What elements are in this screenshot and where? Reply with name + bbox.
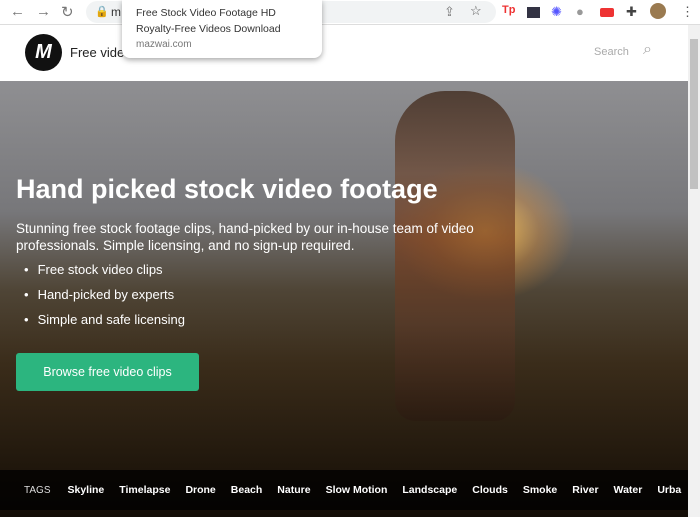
hero-background-figure (395, 91, 515, 421)
site-header: M Free vide Search ⌕ (0, 25, 688, 81)
tooltip-title-1: Free Stock Video Footage HD (136, 7, 276, 19)
feature-list: Free stock video clips Hand-picked by ex… (24, 262, 185, 337)
reload-icon[interactable]: ↻ (61, 3, 74, 21)
feature-item: Hand-picked by experts (24, 287, 185, 312)
browse-clips-button[interactable]: Browse free video clips (16, 353, 199, 391)
search-icon[interactable]: ⌕ (643, 41, 652, 59)
forward-icon[interactable]: → (36, 3, 51, 20)
tooltip-domain: mazwai.com (136, 39, 192, 50)
scrollbar[interactable] (688, 25, 700, 517)
hero-section: Hand picked stock video footage Stunning… (0, 81, 688, 517)
extension-dark-icon[interactable] (527, 7, 540, 18)
tag-link[interactable]: Slow Motion (326, 484, 388, 496)
share-icon[interactable]: ⇪ (444, 4, 455, 20)
tag-link[interactable]: Timelapse (119, 484, 170, 496)
extension-circle-icon[interactable]: ● (576, 4, 584, 19)
tag-link[interactable]: Skyline (67, 484, 104, 496)
tag-link[interactable]: Nature (277, 484, 310, 496)
url-text: m (111, 5, 121, 19)
search-input[interactable]: Search (594, 46, 629, 58)
browser-toolbar: ← → ↻ 🔒 m ⇪ ☆ Tp ✺ ● ✚ ⋮ (0, 0, 700, 25)
hero-title: Hand picked stock video footage (16, 174, 438, 204)
extensions-puzzle-icon[interactable]: ✚ (626, 4, 637, 20)
tooltip-title-2: Royalty-Free Videos Download (136, 23, 281, 35)
tag-link[interactable]: Urba (657, 484, 681, 496)
site-logo[interactable]: M (25, 34, 62, 71)
brand-text[interactable]: Free vide (70, 45, 124, 60)
extension-sun-icon[interactable]: ✺ (551, 4, 562, 20)
hero-subtitle: Stunning free stock footage clips, hand-… (16, 221, 474, 253)
scrollbar-thumb[interactable] (690, 39, 698, 189)
extension-red-icon[interactable] (600, 8, 614, 17)
extension-tp-icon[interactable]: Tp (502, 4, 515, 16)
bookmark-star-icon[interactable]: ☆ (470, 3, 482, 19)
menu-kebab-icon[interactable]: ⋮ (681, 4, 694, 20)
tab-tooltip: Free Stock Video Footage HD Royalty-Free… (122, 0, 322, 58)
tags-label: TAGS (24, 484, 51, 496)
tag-link[interactable]: Water (614, 484, 643, 496)
tags-bar: TAGS Skyline Timelapse Drone Beach Natur… (0, 470, 688, 510)
tag-link[interactable]: River (572, 484, 598, 496)
tag-link[interactable]: Drone (185, 484, 215, 496)
tag-link[interactable]: Smoke (523, 484, 557, 496)
tag-link[interactable]: Landscape (402, 484, 457, 496)
lock-icon: 🔒 (95, 6, 109, 18)
tag-link[interactable]: Clouds (472, 484, 508, 496)
feature-item: Simple and safe licensing (24, 312, 185, 337)
tag-link[interactable]: Beach (231, 484, 263, 496)
feature-item: Free stock video clips (24, 262, 185, 287)
back-icon[interactable]: ← (10, 3, 25, 20)
profile-avatar[interactable] (650, 3, 666, 19)
